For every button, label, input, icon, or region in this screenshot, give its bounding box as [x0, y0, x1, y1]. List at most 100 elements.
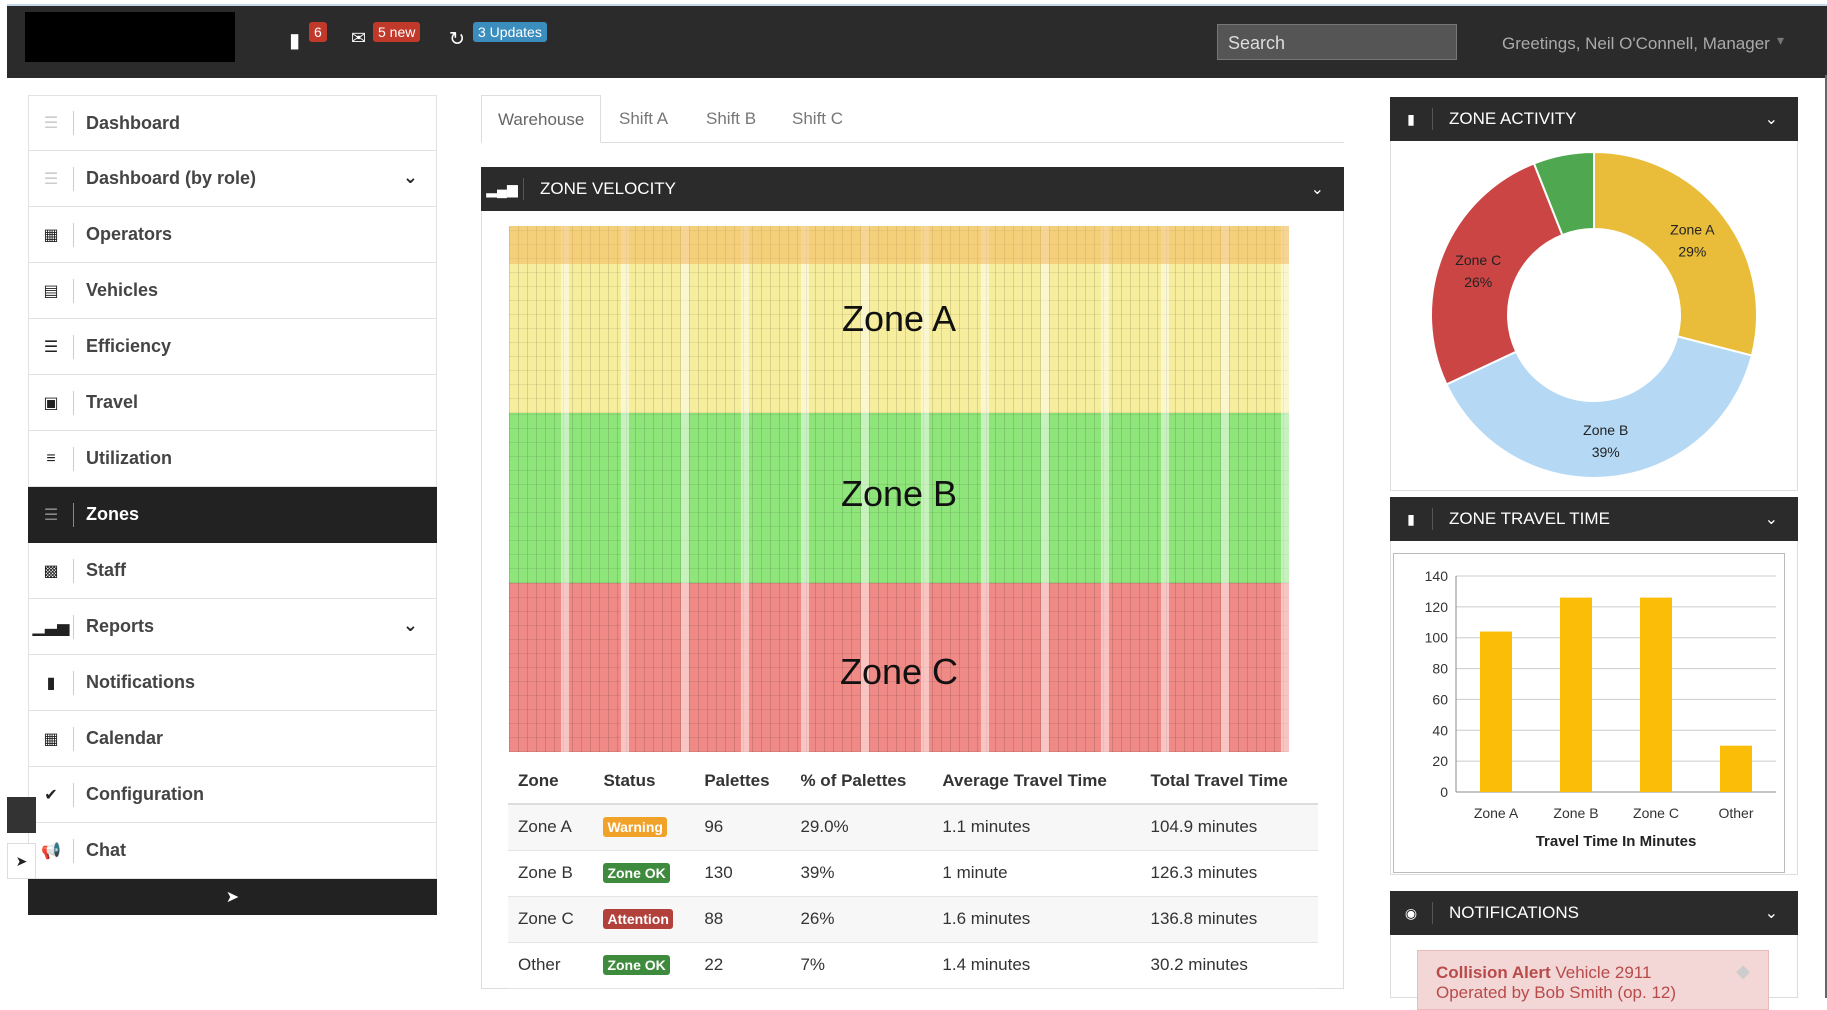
- panel-title: ZONE TRAVEL TIME: [1449, 509, 1610, 528]
- zone-activity-header: ▮ ZONE ACTIVITY ⌄: [1390, 97, 1798, 141]
- pct-cell: 29.0%: [790, 804, 933, 851]
- column-header[interactable]: Palettes: [694, 758, 791, 805]
- y-tick-label: 0: [1440, 784, 1448, 800]
- sidebar-item-dashboard[interactable]: ☰ Dashboard: [28, 95, 437, 151]
- column-header[interactable]: Average Travel Time: [932, 758, 1141, 805]
- x-tick-label: Other: [1718, 805, 1753, 821]
- zone-label: Zone A: [841, 298, 957, 339]
- status-badge: Attention: [603, 909, 673, 929]
- sidebar-item-label: Utilization: [86, 448, 172, 468]
- zone-b-area[interactable]: Zone B: [509, 413, 1289, 583]
- logo[interactable]: [25, 12, 235, 62]
- search-input[interactable]: Search: [1217, 24, 1457, 60]
- bar[interactable]: [1720, 745, 1752, 792]
- chevron-down-icon[interactable]: ⌄: [403, 615, 418, 636]
- bar[interactable]: [1560, 597, 1592, 792]
- stack-icon: ☰: [43, 338, 59, 356]
- chevron-down-icon[interactable]: ⌄: [1765, 509, 1778, 529]
- tab-shift-b[interactable]: Shift B: [690, 95, 772, 143]
- bar[interactable]: [1480, 631, 1512, 792]
- table-row[interactable]: Zone B Zone OK 130 39% 1 minute 126.3 mi…: [508, 850, 1318, 897]
- sidebar-item-configuration[interactable]: ✔ Configuration: [28, 767, 437, 823]
- bookmark-icon: ▮: [1407, 510, 1415, 527]
- tab-shift-c[interactable]: Shift C: [776, 95, 859, 143]
- bookmark-icon: ▮: [1407, 110, 1415, 127]
- sidebar-item-travel[interactable]: ▣ Travel: [28, 375, 437, 431]
- column-header[interactable]: Total Travel Time: [1140, 758, 1318, 805]
- sidebar-item-chat[interactable]: 📢 Chat: [28, 823, 437, 879]
- table-row[interactable]: Other Zone OK 22 7% 1.4 minutes 30.2 min…: [508, 942, 1318, 989]
- slice-value-label: 26%: [1464, 274, 1492, 290]
- dashboard-icon: ☰: [43, 170, 59, 188]
- zone-c-area[interactable]: Zone C: [509, 583, 1289, 752]
- bar[interactable]: [1640, 597, 1672, 792]
- sidebar-item-vehicles[interactable]: ▤ Vehicles: [28, 263, 437, 319]
- messages-icon[interactable]: ▮: [289, 28, 300, 53]
- sidebar-item-utilization[interactable]: ≡ Utilization: [28, 431, 437, 487]
- donut-slice[interactable]: [1430, 162, 1564, 386]
- zone-a-area[interactable]: Zone A: [509, 226, 1289, 413]
- panel-title: ZONE VELOCITY: [540, 179, 677, 198]
- y-tick-label: 20: [1432, 753, 1448, 769]
- zone-activity-donut-chart: Zone A 29% Zone B 39% Zone C 26%: [1430, 150, 1758, 479]
- donut-slice[interactable]: [1593, 150, 1758, 357]
- sidebar-item-calendar[interactable]: ▦ Calendar: [28, 711, 437, 767]
- total-time-cell: 126.3 minutes: [1140, 850, 1318, 897]
- column-header[interactable]: Status: [593, 758, 695, 805]
- chevron-down-icon[interactable]: ⌄: [403, 167, 418, 188]
- avg-time-cell: 1.6 minutes: [932, 896, 1141, 943]
- tab-shift-a[interactable]: Shift A: [603, 95, 684, 143]
- avg-time-cell: 1.1 minutes: [932, 804, 1141, 851]
- tab-warehouse[interactable]: Warehouse: [481, 95, 602, 143]
- chevron-down-icon[interactable]: ▾: [1777, 32, 1784, 49]
- comment-icon: ▮: [46, 674, 56, 692]
- sidebar-collapse-button[interactable]: ➤: [28, 879, 437, 915]
- column-header[interactable]: Zone: [508, 758, 594, 805]
- bar-chart-icon: ▁▃▅: [32, 618, 70, 636]
- user-greeting[interactable]: Greetings, Neil O'Connell, Manager: [1502, 34, 1770, 54]
- sidebar-expand-button[interactable]: ➤: [7, 843, 36, 879]
- mail-icon[interactable]: ✉: [351, 28, 366, 49]
- gift-icon: ▩: [43, 562, 59, 580]
- palettes-cell: 130: [694, 850, 791, 897]
- alert-text: Vehicle 2911: [1555, 963, 1652, 982]
- palettes-cell: 22: [694, 942, 791, 989]
- pct-cell: 7%: [790, 942, 933, 989]
- x-axis-label: Travel Time In Minutes: [1536, 833, 1697, 850]
- collision-alert-card[interactable]: Collision Alert Vehicle 2911 Operated by…: [1417, 950, 1769, 1010]
- list-icon: ▤: [43, 282, 59, 300]
- notifications-header: ◉ NOTIFICATIONS ⌄: [1390, 891, 1798, 935]
- slice-value-label: 29%: [1678, 244, 1706, 260]
- sidebar-item-staff[interactable]: ▩ Staff: [28, 543, 437, 599]
- dismiss-icon[interactable]: ◆: [1736, 961, 1750, 982]
- slice-label: Zone B: [1583, 422, 1628, 438]
- calendar-icon: ▦: [43, 730, 59, 748]
- sidebar-toggle-handle[interactable]: [7, 797, 36, 833]
- sidebar-item-reports[interactable]: ▁▃▅ Reports ⌄: [28, 599, 437, 655]
- sidebar-item-efficiency[interactable]: ☰ Efficiency: [28, 319, 437, 375]
- column-header[interactable]: % of Palettes: [790, 758, 933, 805]
- zone-activity-body: Zone A 29% Zone B 39% Zone C 26%: [1390, 141, 1798, 491]
- chevron-down-icon[interactable]: ⌄: [1765, 903, 1778, 923]
- total-time-cell: 104.9 minutes: [1140, 804, 1318, 851]
- circle-arrow-icon: ➤: [225, 889, 240, 906]
- sidebar-item-notifications[interactable]: ▮ Notifications: [28, 655, 437, 711]
- zone-travel-body: 0 20 40 60 80 100 120 140 Zone A Zone B Zone C Othe…: [1390, 541, 1798, 875]
- palettes-cell: 96: [694, 804, 791, 851]
- avg-time-cell: 1.4 minutes: [932, 942, 1141, 989]
- chevron-down-icon[interactable]: ⌄: [1311, 179, 1324, 199]
- x-tick-label: Zone C: [1633, 805, 1679, 821]
- zones-icon: ☰: [43, 506, 59, 524]
- sidebar-item-label: Zones: [86, 504, 140, 524]
- sidebar-item-operators[interactable]: ▦ Operators: [28, 207, 437, 263]
- table-row[interactable]: Zone A Warning 96 29.0% 1.1 minutes 104.…: [508, 804, 1318, 851]
- refresh-icon[interactable]: ↻: [449, 28, 465, 51]
- chevron-down-icon[interactable]: ⌄: [1765, 109, 1778, 129]
- sidebar-item-zones[interactable]: ☰ Zones: [28, 487, 437, 543]
- picture-icon: ▣: [43, 394, 59, 412]
- sidebar-item-label: Vehicles: [86, 280, 159, 300]
- avg-time-cell: 1 minute: [932, 850, 1141, 897]
- sidebar-item-label: Dashboard (by role): [86, 168, 257, 188]
- sidebar-item-dashboard-by-role[interactable]: ☰ Dashboard (by role) ⌄: [28, 151, 437, 207]
- table-row[interactable]: Zone C Attention 88 26% 1.6 minutes 136.…: [508, 896, 1318, 943]
